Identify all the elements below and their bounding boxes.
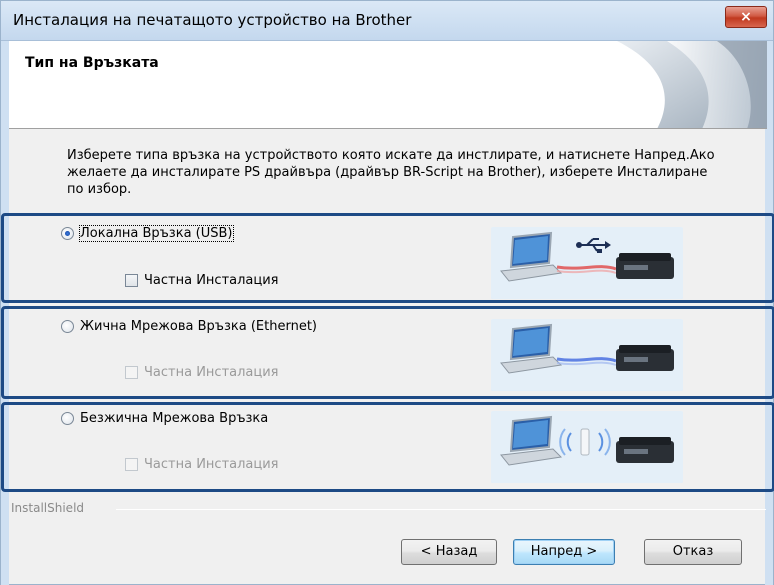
radio-button[interactable] [61, 412, 74, 425]
radio-usb[interactable]: Локална Връзка (USB) [61, 225, 234, 242]
checkbox-label: Частна Инсталация [144, 365, 279, 380]
window-title: Инсталация на печатащото устройство на B… [13, 11, 412, 29]
radio-label: Локална Връзка (USB) [79, 225, 234, 242]
instructions-text: Изберете типа връзка на устройството коя… [67, 148, 715, 197]
header-swirl-graphic [617, 41, 767, 128]
radio-label: Безжична Мрежова Връзка [80, 411, 269, 426]
checkbox-custom-usb[interactable]: Частна Инсталация [125, 273, 279, 288]
close-button[interactable]: × [725, 6, 767, 28]
back-button[interactable]: < Назад [401, 539, 497, 565]
checkbox-custom-wireless[interactable]: Частна Инсталация [125, 457, 279, 472]
radio-ethernet[interactable]: Жична Мрежова Връзка (Ethernet) [61, 319, 317, 334]
usb-connection-illustration [491, 227, 683, 299]
radio-label: Жична Мрежова Връзка (Ethernet) [80, 319, 317, 334]
radio-button[interactable] [61, 320, 74, 333]
ethernet-connection-illustration [491, 319, 683, 391]
installshield-label: InstallShield [11, 501, 85, 515]
radio-button[interactable] [61, 227, 74, 240]
title-bar[interactable]: Инсталация на печатащото устройство на B… [1, 1, 773, 41]
header-panel: Тип на Връзката [9, 41, 767, 129]
checkbox[interactable] [125, 458, 138, 471]
checkbox[interactable] [125, 366, 138, 379]
next-button[interactable]: Напред > [513, 539, 615, 565]
cancel-button[interactable]: Отказ [644, 539, 742, 565]
page-title: Тип на Връзката [25, 55, 159, 71]
footer-divider [116, 509, 766, 510]
checkbox[interactable] [125, 274, 138, 287]
checkbox-label: Частна Инсталация [144, 457, 279, 472]
checkbox-custom-ethernet[interactable]: Частна Инсталация [125, 365, 279, 380]
checkbox-label: Частна Инсталация [144, 273, 279, 288]
wireless-connection-illustration [491, 411, 683, 483]
installer-window: Инсталация на печатащото устройство на B… [0, 0, 774, 585]
radio-wireless[interactable]: Безжична Мрежова Връзка [61, 411, 268, 426]
